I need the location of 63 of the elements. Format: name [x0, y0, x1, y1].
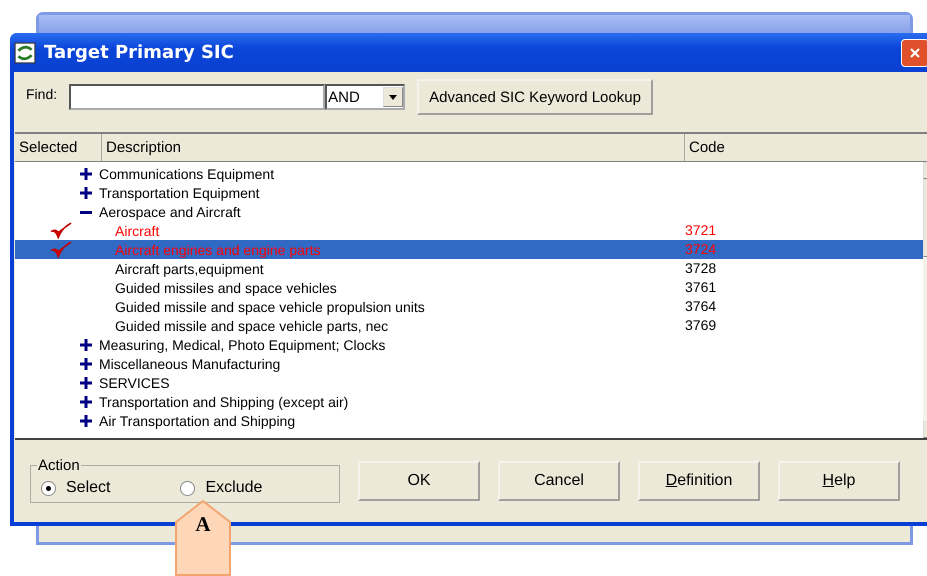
close-button[interactable]	[901, 38, 927, 66]
table-row[interactable]: Transportation and Shipping (except air)	[15, 392, 923, 411]
radio-circle[interactable]	[41, 480, 56, 496]
category-label: Communications Equipment	[99, 166, 274, 182]
column-header[interactable]: Code	[685, 134, 927, 161]
column-header[interactable]: Selected	[15, 134, 102, 161]
sic-code: 3728	[685, 260, 716, 276]
table-row[interactable]: Transportation Equipment	[15, 183, 923, 202]
group-label: Action	[37, 457, 81, 474]
table-row[interactable]: SERVICES	[15, 373, 923, 392]
find-field[interactable]	[69, 84, 326, 110]
table-row[interactable]: Measuring, Medical, Photo Equipment; Clocks	[15, 335, 923, 354]
sic-code: 3721	[685, 222, 716, 238]
dialog-button[interactable]: Definition	[638, 461, 760, 501]
sic-description: Guided missiles and space vehicles	[115, 280, 337, 296]
sic-description: Guided missile and space vehicle parts, nec	[115, 318, 388, 334]
table-row[interactable]: Air Transportation and Shipping	[15, 411, 923, 430]
table-row[interactable]: Guided missile and space vehicle propulsion units 3764	[15, 297, 923, 316]
column-header[interactable]: Description	[102, 134, 685, 161]
expand-icon[interactable]	[80, 414, 92, 426]
sic-description: Aircraft	[115, 222, 160, 238]
category-label: Air Transportation and Shipping	[99, 412, 296, 428]
sic-code: 3724	[685, 241, 716, 257]
dialog-button[interactable]: Help	[778, 461, 900, 501]
find-label: Find:	[26, 86, 58, 102]
table-row[interactable]: Aircraft parts,equipment 3728	[15, 259, 923, 278]
expand-icon[interactable]	[80, 186, 92, 198]
sic-description: Aircraft parts,equipment	[115, 260, 264, 276]
category-label: Miscellaneous Manufacturing	[99, 356, 280, 372]
keyword-lookup-button[interactable]: Advanced SIC Keyword Lookup	[417, 79, 653, 115]
sic-code: 3764	[685, 298, 716, 314]
expand-icon[interactable]	[80, 168, 92, 180]
radio-label: Select	[66, 479, 110, 497]
table-row[interactable]: Aerospace and Aircraft	[15, 202, 923, 221]
category-label: Transportation Equipment	[99, 184, 260, 200]
app-icon	[14, 42, 36, 64]
sic-code: 3769	[685, 317, 716, 333]
table-row[interactable]: Aircraft 3721	[15, 221, 923, 240]
expand-icon[interactable]	[80, 396, 92, 408]
category-label: Measuring, Medical, Photo Equipment; Clocks	[99, 336, 386, 352]
dialog-button[interactable]: Cancel	[498, 461, 620, 501]
close-icon	[909, 46, 921, 58]
radio-option[interactable]: Exclude	[180, 479, 262, 497]
radio-label: Exclude	[205, 479, 262, 497]
category-label: Transportation and Shipping (except air)	[99, 394, 348, 410]
table-row[interactable]: Guided missiles and space vehicles 3761	[15, 278, 923, 297]
radio-option[interactable]: Select	[41, 479, 110, 497]
sic-code: 3761	[685, 279, 716, 295]
category-label: Aerospace and Aircraft	[99, 204, 241, 220]
operator-dropdown[interactable]: AND	[325, 84, 406, 110]
expand-icon[interactable]	[80, 358, 92, 370]
radio-circle[interactable]	[180, 480, 196, 496]
expand-icon[interactable]	[80, 376, 92, 388]
window-title: Target Primary SIC	[44, 42, 235, 63]
table-row[interactable]: Guided missile and space vehicle parts, nec 3769	[15, 316, 923, 335]
dropdown-arrow-icon	[389, 94, 398, 100]
table-row[interactable]: Communications Equipment	[15, 164, 923, 183]
sic-description: Guided missile and space vehicle propulsion units	[115, 298, 425, 314]
category-label: SERVICES	[99, 374, 170, 390]
dialog-button[interactable]: OK	[358, 461, 480, 501]
sic-description: Aircraft engines and engine parts	[115, 242, 320, 258]
table-row[interactable]: Miscellaneous Manufacturing	[15, 354, 923, 373]
expand-icon[interactable]	[80, 338, 92, 350]
